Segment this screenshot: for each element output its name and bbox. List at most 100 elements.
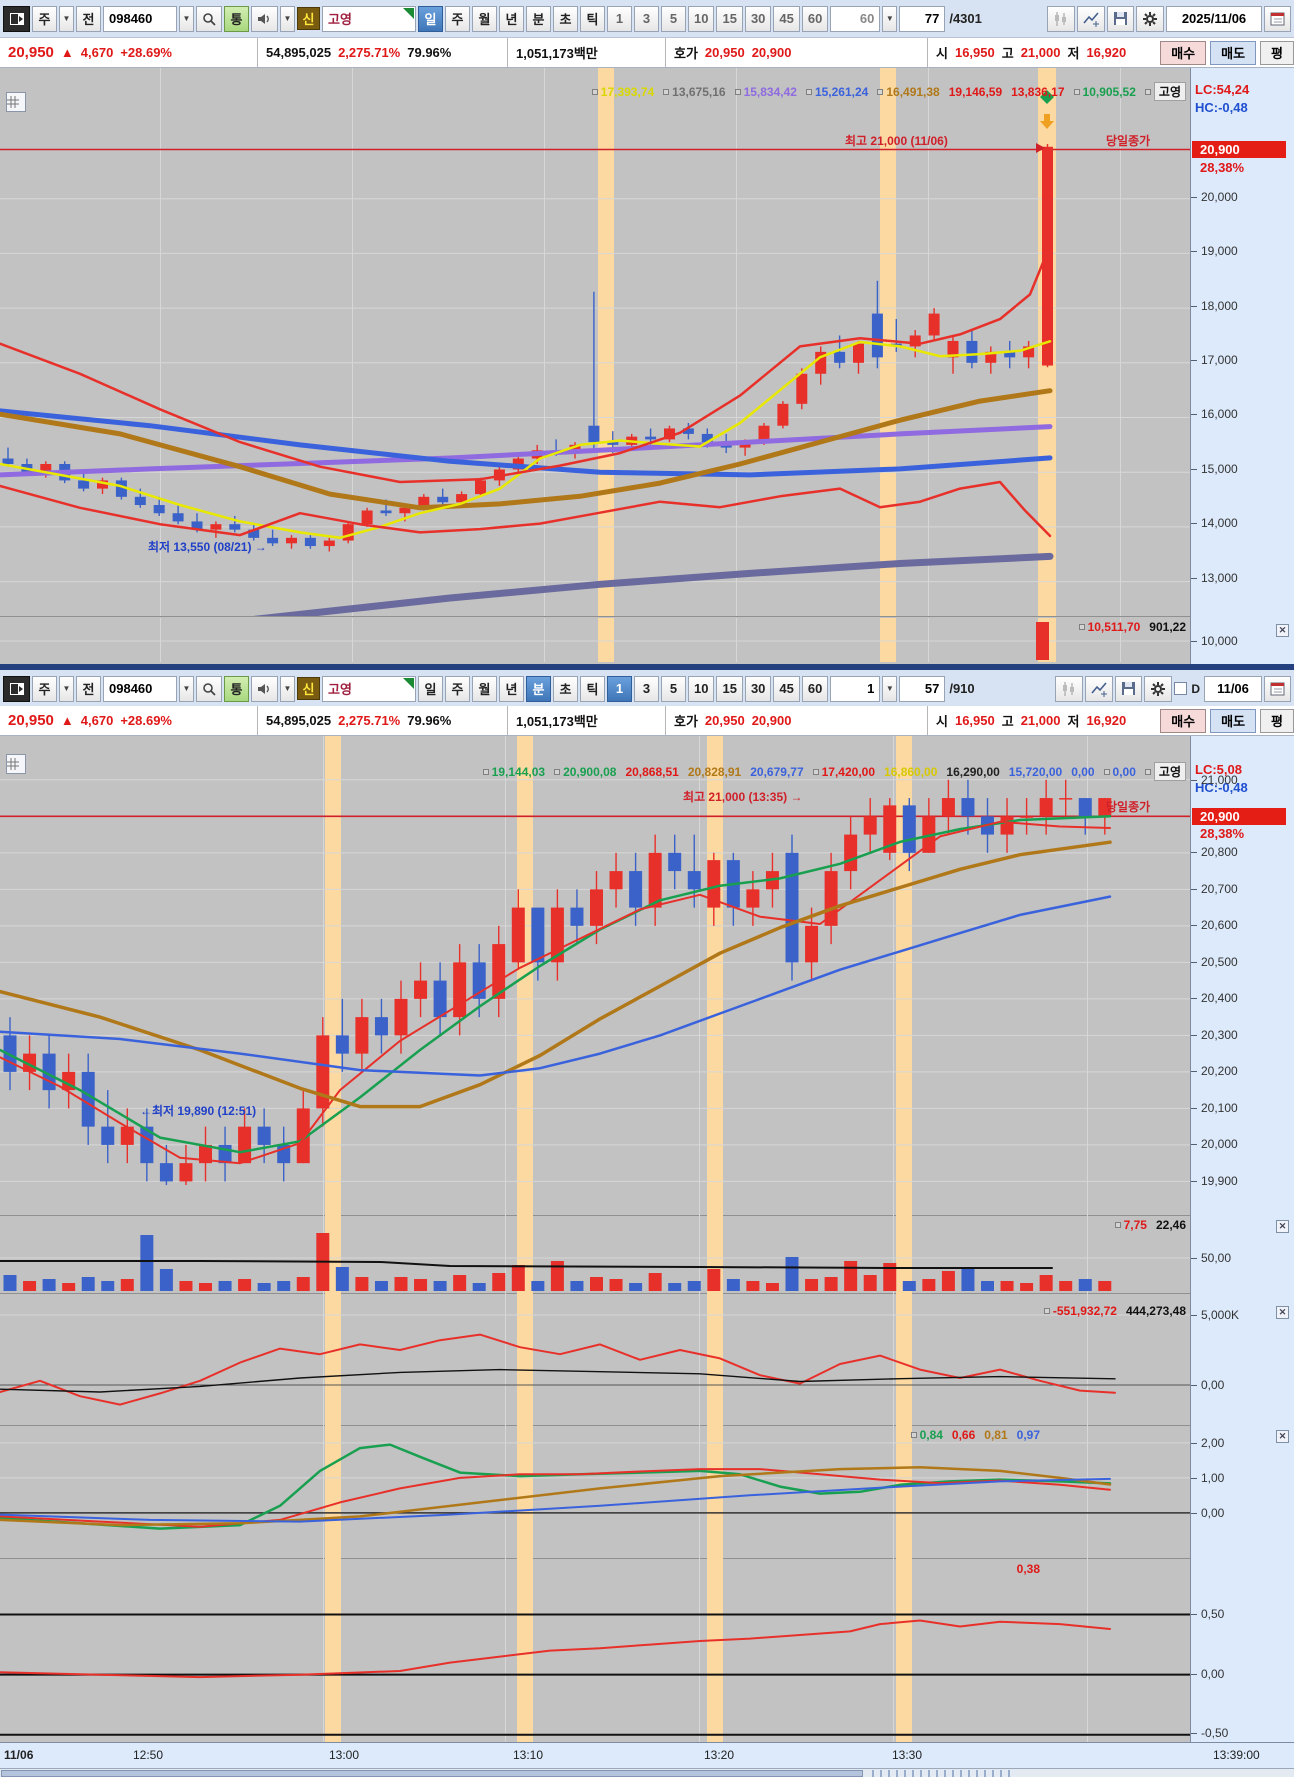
bar-count-input[interactable]: 77 xyxy=(899,5,946,32)
horizontal-scrollbar[interactable] xyxy=(0,1768,1294,1777)
close-subchart-icon[interactable]: ✕ xyxy=(1276,1306,1289,1319)
interval-button[interactable]: 10 xyxy=(688,675,715,702)
period-button[interactable]: 초 xyxy=(553,675,578,702)
code-dropdown-icon[interactable]: ▼ xyxy=(179,675,194,702)
interval-button[interactable]: 60 xyxy=(801,5,829,32)
period-button[interactable]: 일 xyxy=(418,5,443,32)
period-button[interactable]: 틱 xyxy=(580,675,605,702)
buy-button[interactable]: 매수 xyxy=(1160,708,1207,733)
settings-gear-icon[interactable] xyxy=(1144,675,1173,702)
speaker-dropdown-icon[interactable]: ▼ xyxy=(280,5,295,32)
interval-button[interactable]: 15 xyxy=(716,675,743,702)
code-dropdown-icon[interactable]: ▼ xyxy=(179,5,194,32)
daily-price-axis[interactable]: LC:54,24 HC:-0,48 20,000 19,000 18,000 17,0… xyxy=(1190,68,1294,664)
interval-button[interactable]: 3 xyxy=(634,5,659,32)
window-toggle-icon[interactable] xyxy=(3,5,30,32)
strength-subchart[interactable] xyxy=(0,1215,1190,1293)
speaker-dropdown-icon[interactable]: ▼ xyxy=(280,675,295,702)
stock-name-input[interactable]: 고영 xyxy=(322,5,416,32)
candle-style-icon[interactable] xyxy=(1055,675,1084,702)
close-subchart-icon[interactable]: ✕ xyxy=(1276,1220,1289,1233)
daily-chart-legend: 17,393,74 13,675,16 15,834,42 15,261,24 16,4… xyxy=(591,82,1186,101)
period-button[interactable]: 초 xyxy=(553,5,578,32)
momentum-subchart[interactable] xyxy=(0,1558,1190,1742)
avg-button[interactable]: 평 xyxy=(1260,40,1294,65)
interval-button[interactable]: 15 xyxy=(716,5,743,32)
avg-button[interactable]: 평 xyxy=(1260,708,1294,733)
oscillator-subchart[interactable] xyxy=(0,1425,1190,1558)
interval-button[interactable]: 30 xyxy=(744,675,772,702)
interval-select[interactable]: 60 xyxy=(830,5,881,32)
interval-button[interactable]: 3 xyxy=(634,675,659,702)
trendline-tool-icon[interactable] xyxy=(1077,5,1105,32)
daily-turnover-subchart[interactable] xyxy=(0,618,1190,662)
period-button[interactable]: 월 xyxy=(472,675,497,702)
date-input[interactable]: 2025/11/06 xyxy=(1166,5,1262,32)
window-toggle-icon[interactable] xyxy=(3,675,30,702)
board-button[interactable]: 통 xyxy=(224,675,249,702)
time-axis[interactable]: 11/06 12:50 13:00 13:10 13:20 13:30 13:39:00 xyxy=(0,1742,1294,1768)
interval-button[interactable]: 5 xyxy=(661,675,686,702)
period-button[interactable]: 주 xyxy=(445,675,470,702)
period-button[interactable]: 월 xyxy=(472,5,497,32)
period-button[interactable]: 년 xyxy=(499,675,524,702)
mode-button[interactable]: 주 xyxy=(32,675,57,702)
period-button[interactable]: 년 xyxy=(499,5,524,32)
interval-button[interactable]: 1 xyxy=(607,5,632,32)
calendar-icon[interactable] xyxy=(1264,5,1291,32)
d-checkbox[interactable] xyxy=(1174,682,1188,695)
sell-button[interactable]: 매도 xyxy=(1210,40,1257,65)
stock-name-input[interactable]: 고영 xyxy=(322,675,416,702)
trendline-tool-icon[interactable] xyxy=(1085,675,1114,702)
minute-candle-chart[interactable] xyxy=(0,736,1190,1215)
legend-item: 0,00 xyxy=(1103,765,1136,779)
stock-code-input[interactable]: 098460 xyxy=(103,5,177,32)
sell-button[interactable]: 매도 xyxy=(1210,708,1257,733)
period-button[interactable]: 분 xyxy=(526,675,551,702)
save-icon[interactable] xyxy=(1107,5,1134,32)
interval-button[interactable]: 10 xyxy=(688,5,715,32)
interval-select-dropdown-icon[interactable]: ▼ xyxy=(882,5,898,32)
search-icon[interactable] xyxy=(196,5,222,32)
interval-button[interactable]: 30 xyxy=(744,5,772,32)
date-input[interactable]: 11/06 xyxy=(1204,675,1262,702)
minute-price-axis[interactable]: LC:5,08 HC:-0,48 21,000 20,800 20,700 20,60… xyxy=(1190,736,1294,1742)
daily-candle-chart[interactable] xyxy=(0,68,1190,616)
speaker-icon[interactable] xyxy=(251,675,278,702)
axis-tick: 15,000 xyxy=(1191,462,1238,476)
scrollbar-thumb[interactable] xyxy=(1,1770,863,1777)
interval-button[interactable]: 1 xyxy=(607,675,632,702)
interval-button[interactable]: 45 xyxy=(773,675,800,702)
interval-select-dropdown-icon[interactable]: ▼ xyxy=(882,675,898,702)
period-button[interactable]: 주 xyxy=(445,5,470,32)
interval-button[interactable]: 5 xyxy=(661,5,686,32)
tick-label: 20,300 xyxy=(1201,1028,1238,1042)
speaker-icon[interactable] xyxy=(251,5,278,32)
interval-button[interactable]: 60 xyxy=(801,675,829,702)
candle-style-icon[interactable] xyxy=(1047,5,1075,32)
prev-stock-button[interactable]: 전 xyxy=(76,5,101,32)
mode-dropdown-icon[interactable]: ▼ xyxy=(59,675,74,702)
chart-grid-icon[interactable] xyxy=(6,754,26,774)
board-button[interactable]: 통 xyxy=(224,5,249,32)
stock-code-input[interactable]: 098460 xyxy=(103,675,177,702)
search-icon[interactable] xyxy=(196,675,222,702)
close-subchart-icon[interactable]: ✕ xyxy=(1276,624,1289,637)
settings-gear-icon[interactable] xyxy=(1136,5,1164,32)
chart-grid-icon[interactable] xyxy=(6,92,26,112)
mode-dropdown-icon[interactable]: ▼ xyxy=(59,5,74,32)
bar-count-input[interactable]: 57 xyxy=(899,675,946,702)
up-arrow-icon: ▲ xyxy=(60,45,74,60)
buy-button[interactable]: 매수 xyxy=(1160,40,1207,65)
period-button[interactable]: 틱 xyxy=(580,5,605,32)
period-button[interactable]: 일 xyxy=(418,675,443,702)
cumulative-volume-subchart[interactable] xyxy=(0,1293,1190,1425)
prev-stock-button[interactable]: 전 xyxy=(76,675,101,702)
interval-select[interactable]: 1 xyxy=(830,675,881,702)
period-button[interactable]: 분 xyxy=(526,5,551,32)
mode-button[interactable]: 주 xyxy=(32,5,57,32)
save-icon[interactable] xyxy=(1115,675,1143,702)
close-subchart-icon[interactable]: ✕ xyxy=(1276,1430,1289,1443)
calendar-icon[interactable] xyxy=(1264,675,1291,702)
interval-button[interactable]: 45 xyxy=(773,5,800,32)
